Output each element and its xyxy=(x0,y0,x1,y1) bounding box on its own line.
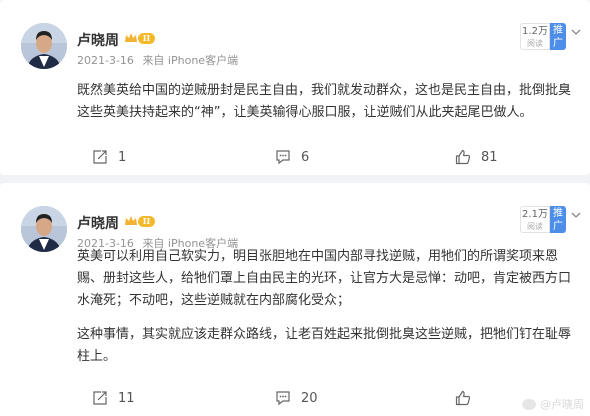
post-text: 既然美英给中国的逆贼册封是民主自由，我们就发动群众，这也是民主自由，批倒批臭这些… xyxy=(77,80,572,124)
action-bar: 1 6 81 xyxy=(0,142,590,172)
crown-icon xyxy=(125,216,137,225)
action-bar: 11 20 xyxy=(0,383,590,413)
repost-button[interactable]: 1 xyxy=(92,142,126,172)
post-paragraph: 英美可以利用自己软实力，明目张胆地在中国内部寻找逆贼，用牠们的所谓奖项来恩赐、册… xyxy=(77,249,572,308)
like-count: 81 xyxy=(481,149,498,165)
promote-button[interactable]: 推广 xyxy=(550,206,566,233)
post-card: 卢晓周 II 2021-3-16 来自 iPhone客户端 2.1万 阅读 推广… xyxy=(0,183,590,416)
read-count: 1.2万 xyxy=(522,26,548,37)
post-date[interactable]: 2021-3-16 xyxy=(77,54,134,67)
avatar[interactable] xyxy=(21,206,67,252)
like-icon xyxy=(455,390,471,406)
read-count-box: 2.1万 阅读 xyxy=(520,206,550,233)
comment-button[interactable]: 20 xyxy=(275,383,318,413)
post-source: 来自 iPhone客户端 xyxy=(142,54,239,67)
comment-count: 20 xyxy=(301,390,318,406)
like-icon xyxy=(455,149,471,165)
repost-icon xyxy=(93,391,107,405)
promote-button[interactable]: 推广 xyxy=(550,23,566,50)
read-count: 2.1万 xyxy=(522,209,548,220)
watermark-text: @卢晓周 xyxy=(540,398,584,411)
comment-icon xyxy=(276,391,290,406)
chevron-down-icon[interactable] xyxy=(570,209,582,221)
repost-count: 11 xyxy=(118,390,135,406)
like-button[interactable]: 81 xyxy=(455,142,498,172)
crown-icon xyxy=(125,33,137,42)
read-count-box: 1.2万 阅读 xyxy=(520,23,550,50)
weibo-logo-icon xyxy=(522,398,536,410)
repost-button[interactable]: 11 xyxy=(92,383,135,413)
repost-icon xyxy=(93,150,107,164)
watermark: @卢晓周 xyxy=(522,396,584,412)
level-badge: II xyxy=(138,33,155,44)
comment-count: 6 xyxy=(301,149,310,165)
read-label: 阅读 xyxy=(527,222,543,231)
author-name[interactable]: 卢晓周 xyxy=(77,30,119,50)
avatar[interactable] xyxy=(21,23,67,69)
read-label: 阅读 xyxy=(527,39,543,48)
level-badge: II xyxy=(138,216,155,227)
post-meta: 2021-3-16 来自 iPhone客户端 xyxy=(77,52,238,68)
post-paragraph: 这种事情，其实就应该走群众路线，让老百姓起来批倒批臭这些逆贼，把牠们钉在耻辱柱上… xyxy=(77,327,572,364)
post-paragraph: 既然美英给中国的逆贼册封是民主自由，我们就发动群众，这也是民主自由，批倒批臭这些… xyxy=(77,83,572,120)
comment-icon xyxy=(276,150,290,165)
like-button[interactable] xyxy=(455,383,481,413)
post-text: 英美可以利用自己软实力，明目张胆地在中国内部寻找逆贼，用牠们的所谓奖项来恩赐、册… xyxy=(77,246,572,368)
comment-button[interactable]: 6 xyxy=(275,142,309,172)
author-name[interactable]: 卢晓周 xyxy=(77,213,119,233)
post-card: 卢晓周 II 2021-3-16 来自 iPhone客户端 1.2万 阅读 推广… xyxy=(0,0,590,175)
chevron-down-icon[interactable] xyxy=(570,26,582,38)
repost-count: 1 xyxy=(118,149,127,165)
